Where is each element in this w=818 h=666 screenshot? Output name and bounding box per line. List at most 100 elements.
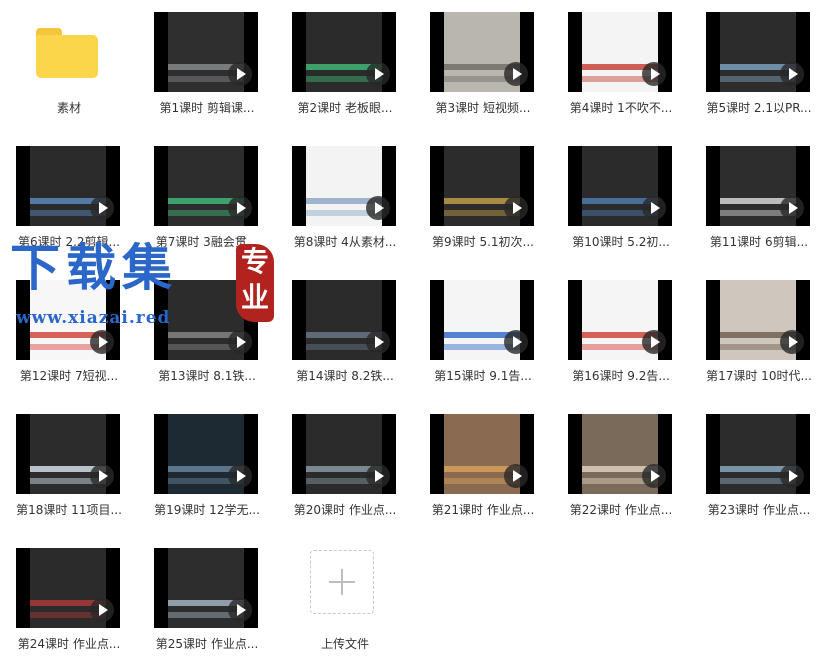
play-icon [90, 598, 114, 622]
video-file-item[interactable]: 第3课时 短视频... [414, 0, 552, 130]
video-file-item[interactable]: 第25课时 作业点... [138, 536, 276, 666]
video-file-item[interactable]: 第16课时 9.2告... [552, 268, 690, 398]
video-file-item[interactable]: 第18课时 11项目... [0, 402, 138, 532]
file-name: 第18课时 11项目... [16, 503, 122, 517]
play-icon [642, 62, 666, 86]
play-icon [90, 464, 114, 488]
file-name: 第2课时 老板眼... [297, 101, 393, 115]
play-icon [366, 464, 390, 488]
file-name: 第19课时 12学无... [154, 503, 260, 517]
watermark-url: www.xiazai.red [16, 308, 171, 328]
video-thumbnail [292, 280, 396, 360]
play-icon [780, 330, 804, 354]
file-name: 第5课时 2.1以PR... [706, 101, 812, 115]
video-thumbnail [292, 12, 396, 92]
play-icon [780, 464, 804, 488]
video-thumbnail [292, 146, 396, 226]
video-thumbnail [430, 12, 534, 92]
play-icon [90, 196, 114, 220]
file-name: 上传文件 [320, 637, 369, 651]
video-thumbnail [16, 414, 120, 494]
video-thumbnail [154, 414, 258, 494]
video-file-item[interactable]: 第23课时 作业点... [690, 402, 818, 532]
video-thumbnail [292, 414, 396, 494]
watermark-seal: 专业 [236, 244, 274, 322]
folder-icon [36, 28, 98, 78]
video-file-item[interactable]: 第22课时 作业点... [552, 402, 690, 532]
file-name: 素材 [56, 101, 81, 115]
video-file-item[interactable]: 第9课时 5.1初次... [414, 134, 552, 264]
play-icon [780, 62, 804, 86]
folder-item[interactable]: 素材 [0, 0, 138, 130]
video-thumbnail [16, 548, 120, 628]
file-name: 第11课时 6剪辑... [709, 235, 809, 249]
play-icon [366, 330, 390, 354]
play-icon [504, 464, 528, 488]
play-icon [780, 196, 804, 220]
video-file-item[interactable]: 第8课时 4从素材... [276, 134, 414, 264]
video-thumbnail [154, 146, 258, 226]
video-thumbnail [430, 414, 534, 494]
play-icon [366, 62, 390, 86]
play-icon [228, 196, 252, 220]
video-file-item[interactable]: 第2课时 老板眼... [276, 0, 414, 130]
video-thumbnail [568, 12, 672, 92]
play-icon [504, 62, 528, 86]
video-file-item[interactable]: 第21课时 作业点... [414, 402, 552, 532]
video-thumbnail [706, 12, 810, 92]
video-file-item[interactable]: 第10课时 5.2初... [552, 134, 690, 264]
file-name: 第3课时 短视频... [435, 101, 531, 115]
video-thumbnail [16, 146, 120, 226]
watermark-overlay: 下载集 www.xiazai.red 专业 [10, 238, 280, 338]
play-icon [642, 196, 666, 220]
video-thumbnail [706, 280, 810, 360]
play-icon [642, 330, 666, 354]
watermark-title: 下载集 [10, 238, 178, 297]
file-name: 第24课时 作业点... [17, 637, 121, 651]
file-name: 第17课时 10时代... [706, 369, 812, 383]
play-icon [228, 62, 252, 86]
file-name: 第16课时 9.2告... [572, 369, 670, 383]
file-name: 第1课时 剪辑课... [159, 101, 255, 115]
video-file-item[interactable]: 第24课时 作业点... [0, 536, 138, 666]
file-name: 第20课时 作业点... [293, 503, 397, 517]
play-icon [228, 464, 252, 488]
video-thumbnail [430, 146, 534, 226]
file-name: 第22课时 作业点... [569, 503, 673, 517]
file-name: 第8课时 4从素材... [293, 235, 397, 249]
video-file-item[interactable]: 第14课时 8.2铁... [276, 268, 414, 398]
video-file-item[interactable]: 第4课时 1不吹不... [552, 0, 690, 130]
file-name: 第21课时 作业点... [431, 503, 535, 517]
video-file-item[interactable]: 第17课时 10时代... [690, 268, 818, 398]
video-thumbnail [154, 12, 258, 92]
video-thumbnail [154, 548, 258, 628]
video-thumbnail [568, 146, 672, 226]
file-name: 第12课时 7短视... [19, 369, 119, 383]
video-file-item[interactable]: 第11课时 6剪辑... [690, 134, 818, 264]
file-name: 第13课时 8.1铁... [158, 369, 256, 383]
file-name: 第9课时 5.1初次... [432, 235, 534, 249]
file-name: 第25课时 作业点... [155, 637, 259, 651]
file-name: 第10课时 5.2初... [572, 235, 670, 249]
upload-file-button[interactable]: 上传文件 [276, 536, 414, 666]
plus-icon[interactable] [310, 550, 374, 614]
play-icon [504, 330, 528, 354]
play-icon [504, 196, 528, 220]
play-icon [642, 464, 666, 488]
file-name: 第15课时 9.1告... [434, 369, 532, 383]
video-thumbnail [430, 280, 534, 360]
video-thumbnail [706, 146, 810, 226]
video-file-item[interactable]: 第5课时 2.1以PR... [690, 0, 818, 130]
video-file-item[interactable]: 第19课时 12学无... [138, 402, 276, 532]
file-name: 第23课时 作业点... [707, 503, 811, 517]
video-file-item[interactable]: 第20课时 作业点... [276, 402, 414, 532]
video-thumbnail [568, 414, 672, 494]
play-icon [228, 598, 252, 622]
file-name: 第4课时 1不吹不... [569, 101, 673, 115]
file-name: 第14课时 8.2铁... [296, 369, 394, 383]
video-file-item[interactable]: 第1课时 剪辑课... [138, 0, 276, 130]
video-thumbnail [568, 280, 672, 360]
video-file-item[interactable]: 第15课时 9.1告... [414, 268, 552, 398]
play-icon [366, 196, 390, 220]
video-thumbnail [706, 414, 810, 494]
